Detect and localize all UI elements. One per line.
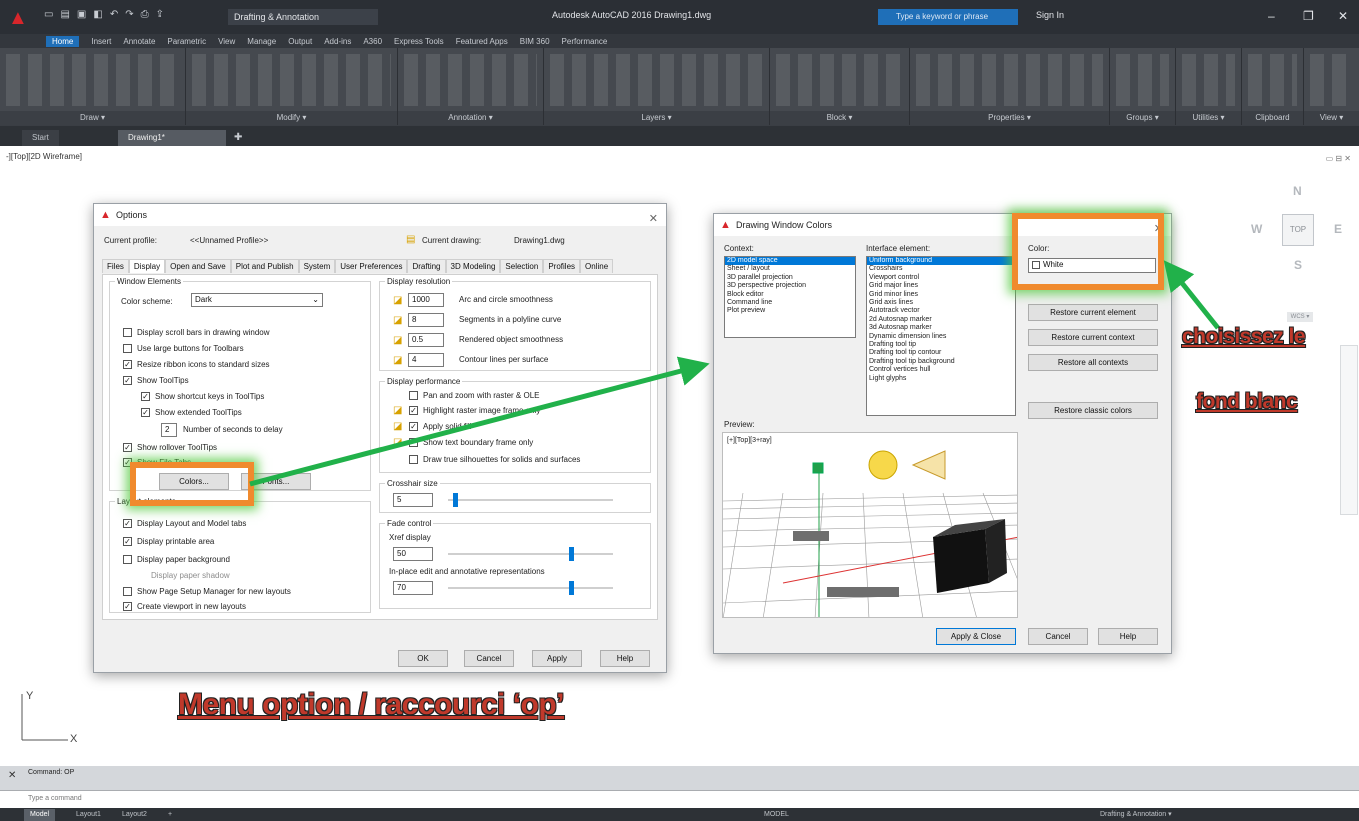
tab-model[interactable]: Model: [24, 809, 56, 821]
command-input[interactable]: Type a command: [0, 790, 1359, 808]
arrow-to-colors-dialog: [249, 356, 710, 487]
command-history: Command: OP: [0, 766, 1359, 790]
tab-layout1[interactable]: Layout1: [70, 809, 107, 821]
annotation-choose: choisissez le: [1182, 325, 1306, 348]
annotation-white-background: fond blanc: [1196, 390, 1298, 413]
workspace-switch[interactable]: Drafting & Annotation ▾: [1100, 809, 1172, 821]
status-bar: Model Layout1 Layout2 + MODEL Drafting &…: [0, 808, 1359, 821]
tab-add-layout[interactable]: +: [162, 809, 178, 821]
tab-layout2[interactable]: Layout2: [116, 809, 153, 821]
model-space-toggle[interactable]: MODEL: [764, 809, 789, 821]
close-icon[interactable]: ✕: [8, 770, 16, 781]
annotation-menu-option: Menu option / raccourci ‘op’: [178, 688, 565, 721]
arrow-to-color-select: [1163, 260, 1220, 330]
